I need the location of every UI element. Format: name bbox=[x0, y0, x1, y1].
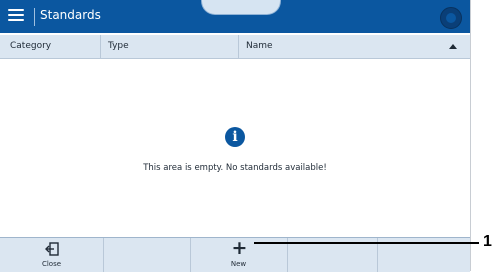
plus-icon: + bbox=[231, 237, 248, 259]
column-divider bbox=[238, 35, 239, 58]
status-indicator-icon[interactable] bbox=[440, 7, 462, 29]
title-divider bbox=[34, 8, 35, 26]
column-divider bbox=[100, 35, 101, 58]
column-header-type[interactable]: Type bbox=[108, 41, 129, 51]
close-button-label: Close bbox=[41, 260, 62, 268]
device-screen: Standards Category Type Name i This area… bbox=[0, 0, 471, 272]
column-header-name[interactable]: Name bbox=[246, 41, 273, 51]
callout-number: 1 bbox=[483, 233, 492, 250]
top-bar: Standards bbox=[0, 0, 470, 33]
sort-ascending-icon[interactable] bbox=[449, 44, 457, 49]
close-button[interactable]: Close bbox=[0, 238, 103, 272]
info-icon: i bbox=[225, 127, 245, 147]
table-header: Category Type Name bbox=[0, 35, 470, 59]
empty-content-area: i This area is empty. No standards avail… bbox=[0, 59, 470, 237]
new-button-label: New bbox=[230, 260, 247, 268]
page-title: Standards bbox=[40, 8, 101, 22]
pull-down-tab[interactable] bbox=[201, 0, 281, 15]
callout-line bbox=[254, 242, 479, 244]
exit-icon bbox=[44, 242, 59, 256]
column-header-category[interactable]: Category bbox=[10, 41, 51, 51]
empty-state-message: This area is empty. No standards availab… bbox=[143, 163, 327, 173]
bottom-slot bbox=[103, 238, 191, 272]
hamburger-menu-icon[interactable] bbox=[8, 9, 24, 22]
